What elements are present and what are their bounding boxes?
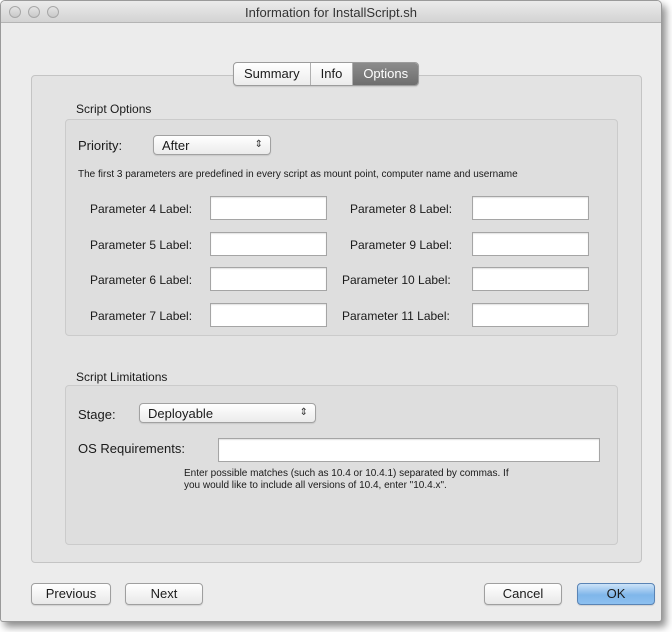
- script-limitations-title: Script Limitations: [76, 370, 168, 384]
- window-title: Information for InstallScript.sh: [245, 5, 417, 20]
- param-6-field[interactable]: [210, 267, 327, 291]
- stage-label: Stage:: [78, 407, 116, 422]
- cancel-button[interactable]: Cancel: [484, 583, 562, 605]
- tab-info[interactable]: Info: [311, 63, 354, 85]
- script-options-group: Priority: After ⇕ The first 3 parameters…: [65, 119, 618, 336]
- param-6-label: Parameter 6 Label:: [90, 273, 193, 287]
- script-limitations-group: Stage: Deployable ⇕ OS Requirements: Ent…: [65, 385, 618, 545]
- tab-segmented-control: Summary Info Options: [233, 62, 420, 86]
- stage-popup[interactable]: Deployable ⇕: [139, 403, 316, 423]
- parameters-description: The first 3 parameters are predefined in…: [78, 169, 518, 180]
- param-11-label: Parameter 11 Label:: [342, 309, 450, 323]
- os-requirements-field[interactable]: [218, 438, 600, 462]
- popup-arrows-icon: ⇕: [299, 407, 308, 418]
- os-hint-line-2: you would like to include all versions o…: [184, 480, 447, 491]
- script-options-title: Script Options: [76, 102, 152, 116]
- tab-options[interactable]: Options: [353, 63, 419, 85]
- param-10-field[interactable]: [472, 267, 589, 291]
- title-bar[interactable]: Information for InstallScript.sh: [1, 1, 661, 23]
- param-9-field[interactable]: [472, 232, 589, 256]
- param-7-field[interactable]: [210, 303, 327, 327]
- os-requirements-label: OS Requirements:: [78, 441, 185, 456]
- param-10-label: Parameter 10 Label:: [342, 273, 451, 287]
- ok-button[interactable]: OK: [577, 583, 655, 605]
- os-hint-line-1: Enter possible matches (such as 10.4 or …: [184, 468, 509, 479]
- priority-label: Priority:: [78, 138, 123, 153]
- param-5-label: Parameter 5 Label:: [90, 238, 193, 252]
- next-button[interactable]: Next: [125, 583, 203, 605]
- stage-value: Deployable: [148, 406, 214, 421]
- param-5-field[interactable]: [210, 232, 327, 256]
- popup-arrows-icon: ⇕: [254, 139, 263, 150]
- param-9-label: Parameter 9 Label:: [350, 238, 453, 252]
- param-8-label: Parameter 8 Label:: [350, 202, 453, 216]
- param-4-field[interactable]: [210, 196, 327, 220]
- priority-value: After: [162, 138, 190, 153]
- previous-button[interactable]: Previous: [31, 583, 111, 605]
- tab-panel: Script Options Priority: After ⇕ The fir…: [31, 75, 642, 563]
- param-4-label: Parameter 4 Label:: [90, 202, 193, 216]
- param-8-field[interactable]: [472, 196, 589, 220]
- tab-summary[interactable]: Summary: [234, 63, 311, 85]
- param-11-field[interactable]: [472, 303, 589, 327]
- param-7-label: Parameter 7 Label:: [90, 309, 193, 323]
- priority-popup[interactable]: After ⇕: [153, 135, 271, 155]
- info-window: Information for InstallScript.sh Script …: [0, 0, 662, 622]
